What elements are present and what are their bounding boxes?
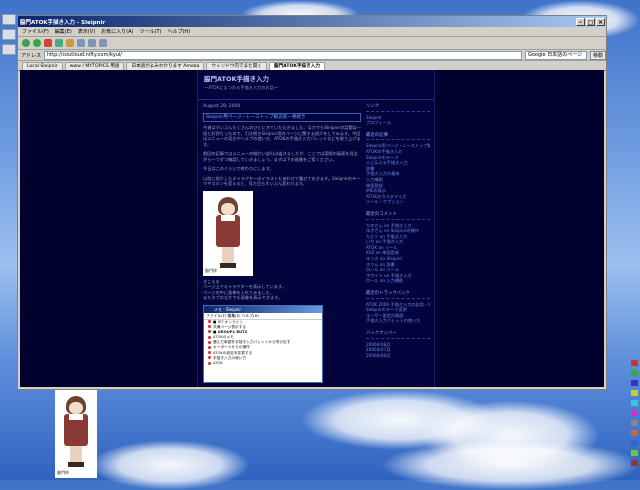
tray-icon[interactable] (631, 390, 638, 396)
bullet-icon (208, 330, 211, 334)
recent-comments-header: 最近のコメント (366, 212, 430, 220)
recent-comments-section: 最近のコメント りのさん on 手描き入力 ゆきさん on Sleipnirの操… (366, 212, 430, 284)
desktop-icon[interactable] (2, 29, 16, 40)
bullet-icon (208, 320, 211, 323)
address-bar: アドレス http://coutloud.nifty.com/kyui/ Goo… (18, 50, 606, 61)
desktop-icon[interactable] (2, 14, 16, 25)
signature: 脇門梓 (57, 470, 69, 475)
desktop-icons (0, 10, 16, 55)
blog-page: 脇門ATOK手描き入力 〜ATOKにまつわる手描き入力のお話〜 August 2… (197, 70, 435, 387)
links-header: リンク (366, 104, 430, 112)
desktop-character-image: 脇門梓 (55, 390, 97, 478)
signature: 脇門梓 (205, 268, 217, 273)
screenshot-title: メモ - Sleipnir (204, 305, 322, 313)
recent-posts-header: 最近の記事 (366, 133, 430, 141)
address-input[interactable]: http://coutloud.nifty.com/kyui/ (44, 50, 522, 60)
search-icon[interactable] (77, 39, 85, 47)
bullet-icon (208, 325, 211, 329)
blog-title[interactable]: 脇門ATOK手描き入力 (204, 73, 428, 83)
menu-favorites[interactable]: お気に入り(A) (101, 28, 133, 35)
back-icon[interactable] (22, 39, 30, 47)
toolbar (18, 37, 606, 50)
tab[interactable]: ウィンドウ内でまた開く (206, 62, 267, 70)
tray-icon[interactable] (631, 410, 638, 416)
post-title[interactable]: Sleipnir用ページ・レーストップ解説第一弾続き (203, 112, 361, 122)
minimize-button[interactable]: – (576, 17, 585, 26)
blog-header: 脇門ATOK手描き入力 〜ATOKにまつわる手描き入力のお話〜 (198, 70, 434, 100)
history-icon[interactable] (99, 39, 107, 47)
sidebar: リンク Sleipnir プロフィール 最近の記事 Sleipnir用ページ・レ… (366, 104, 430, 365)
post-paragraph: 今日はこのぐらいで終わりにします。 (203, 166, 274, 171)
post-paragraph: 前回の記事ではメニューの細かい部分は省きましたが、ここでは実際の画面を見ながら一… (203, 151, 358, 162)
title-bar[interactable]: 脇門ATOK手描き入力 - Sleipnir – □ × (18, 16, 606, 27)
menu-edit[interactable]: 編集(E) (55, 28, 72, 35)
search-input[interactable]: Google 日本語のページ (524, 50, 587, 60)
window-title: 脇門ATOK手描き入力 - Sleipnir (20, 19, 106, 26)
tray-icon[interactable] (631, 360, 638, 366)
tray-icon[interactable] (631, 420, 638, 426)
menu-help[interactable]: ヘルプ(H) (167, 28, 190, 35)
tray-icon[interactable] (631, 460, 638, 466)
sidebar-link[interactable]: プロフィール (366, 120, 430, 126)
screenshot-menu: ファイル(F) 編集(E) ヘルプ(H) (204, 313, 322, 320)
caption-line: またタブのなかでも画像を表示できます。 (203, 295, 283, 300)
tray-icon[interactable] (631, 380, 638, 386)
tray-icon[interactable] (631, 430, 638, 436)
blog-description: 〜ATOKにまつわる手描き入力のお話〜 (204, 85, 278, 90)
address-label: アドレス (21, 52, 42, 59)
menu-file[interactable]: ファイル(F) (22, 28, 49, 35)
bullet-icon (208, 345, 211, 349)
desktop-icon[interactable] (2, 44, 16, 55)
browser-window: 脇門ATOK手描き入力 - Sleipnir – □ × ファイル(F) 編集(… (17, 15, 607, 390)
forward-icon[interactable] (33, 39, 41, 47)
post-date: August 28, 2006 (203, 104, 241, 109)
backnumber-link[interactable]: 2006年06月 (366, 353, 430, 359)
menu-bar: ファイル(F) 編集(E) 表示(V) お気に入り(A) ツール(T) ヘルプ(… (18, 27, 606, 37)
right-taskbar (629, 0, 640, 480)
bullet-icon (208, 351, 211, 355)
recent-post-link[interactable]: ツール・オプション (366, 199, 430, 205)
cloud (90, 440, 250, 490)
post-paragraph: 今週はずいぶんたくさんのひとにきていただきました。なかでもSleipnirの話題… (203, 125, 362, 147)
recent-posts-section: 最近の記事 Sleipnir用ページ・レーストップ解説第一弾 ATOKの手描き入… (366, 133, 430, 205)
maximize-button[interactable]: □ (586, 17, 595, 26)
screenshot-row: ATOK (204, 361, 322, 366)
go-button[interactable]: 移動 (589, 50, 606, 60)
tray-icon[interactable] (631, 370, 638, 376)
backnumber-section: バックナンバー 2006年08月 2006年07月 2006年06月 (366, 331, 430, 358)
post-paragraph: 以前に紹介したキャラクターのイラストもあわせて載せておきます。Sleipnirの… (203, 175, 361, 187)
trackbacks-section: 最近のトラックバック ATOK 2006 手描き入力の応用 - Sleipnir… (366, 291, 430, 324)
menu-tools[interactable]: ツール(T) (140, 28, 162, 35)
links-section: リンク Sleipnir プロフィール (366, 104, 430, 126)
main-column: August 28, 2006 Sleipnir用ページ・レーストップ解説第一弾… (203, 104, 361, 383)
cloud (380, 440, 640, 490)
tab[interactable]: www / MYTOPICS 用語 (64, 62, 125, 70)
bullet-icon (208, 335, 211, 339)
bullet-icon (208, 340, 211, 344)
tab[interactable]: 日本語がよみわかります Ameba (126, 62, 205, 70)
tab[interactable]: Local Sleipnir (22, 62, 63, 70)
tab-active[interactable]: 脇門ATOK手描き入力 (268, 62, 325, 70)
menu-view[interactable]: 表示(V) (78, 28, 95, 35)
character-image[interactable]: 脇門梓 (203, 190, 253, 276)
tray-icon[interactable] (631, 450, 638, 456)
tray-icon[interactable] (631, 400, 638, 406)
screenshot-window[interactable]: メモ - Sleipnir ファイル(F) 編集(E) ヘルプ(H) ■ IE7… (203, 304, 323, 383)
backnumber-header: バックナンバー (366, 331, 430, 339)
refresh-icon[interactable] (55, 39, 63, 47)
close-button[interactable]: × (596, 17, 605, 26)
comment-link[interactable]: ロール on 入力補助 (366, 278, 430, 284)
tray-icon[interactable] (631, 440, 638, 446)
bullet-icon (208, 361, 211, 365)
home-icon[interactable] (66, 39, 74, 47)
page-viewport[interactable]: 脇門ATOK手描き入力 〜ATOKにまつわる手描き入力のお話〜 August 2… (20, 70, 604, 387)
bullet-icon (208, 356, 211, 360)
trackbacks-header: 最近のトラックバック (366, 291, 430, 299)
stop-icon[interactable] (44, 39, 52, 47)
trackback-link[interactable]: 手描き入力パレットの使い方 (366, 318, 430, 324)
favorites-icon[interactable] (88, 39, 96, 47)
caption: きこえる ページ上でキャラクターを表示しています。 ページの中に画像を入れてみま… (203, 279, 361, 301)
